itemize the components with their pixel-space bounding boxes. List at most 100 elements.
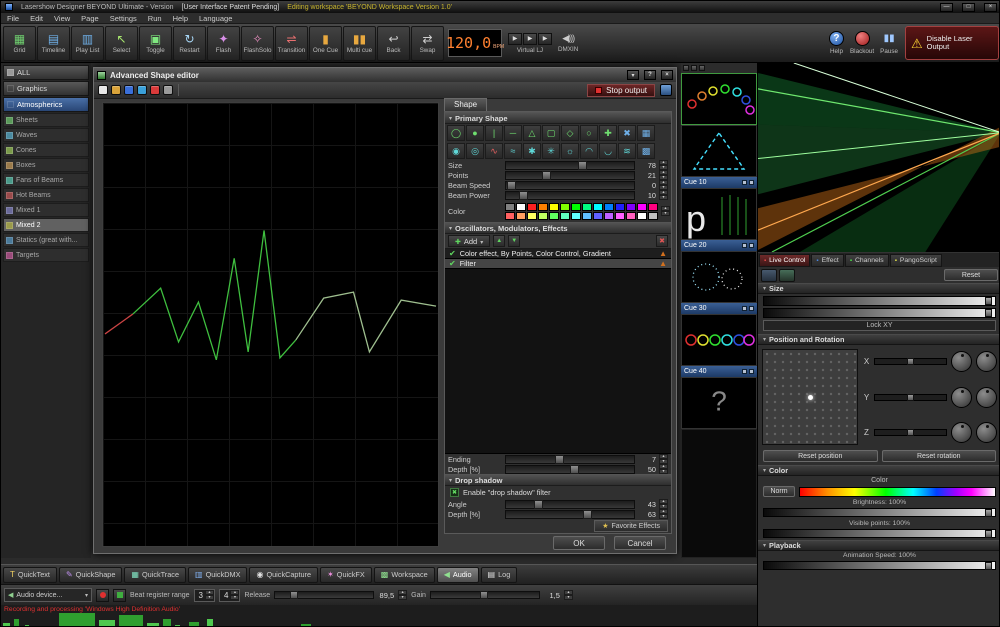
minimize-button[interactable]: — bbox=[940, 3, 953, 12]
color-swatch[interactable] bbox=[604, 212, 614, 220]
sidebar-group[interactable]: ALL bbox=[3, 65, 89, 80]
menu-item[interactable]: Run bbox=[148, 14, 162, 23]
cue-label[interactable]: Cue 40 bbox=[681, 366, 757, 377]
slider-track[interactable] bbox=[505, 465, 635, 474]
play-cue-button[interactable]: ▶ bbox=[538, 33, 552, 45]
toolbar-button[interactable]: ▮ One Cue bbox=[309, 26, 342, 61]
color-swatch[interactable] bbox=[637, 203, 647, 211]
sidebar-group[interactable]: Graphics bbox=[3, 81, 89, 96]
grid-view-button[interactable] bbox=[761, 269, 777, 282]
color-gradient-bar[interactable] bbox=[799, 487, 996, 497]
drop-shadow-header[interactable]: Drop shadow bbox=[445, 474, 671, 486]
rotation-knob[interactable] bbox=[976, 422, 997, 443]
bottom-tab[interactable]: T QuickText bbox=[3, 567, 57, 583]
live-panel-tab[interactable]: ▪ Channels bbox=[845, 254, 889, 267]
cancel-button[interactable]: Cancel bbox=[614, 536, 666, 550]
shape-tool-button[interactable]: ✚ bbox=[599, 125, 617, 141]
bottom-tab[interactable]: ✎ QuickShape bbox=[59, 567, 122, 583]
toolbar-button[interactable]: ⇄ Swap bbox=[411, 26, 444, 61]
cue-label[interactable]: Cue 10 bbox=[681, 177, 757, 188]
brightness-slider[interactable] bbox=[763, 508, 996, 517]
cue-label[interactable]: Cue 30 bbox=[681, 303, 757, 314]
slider-handle[interactable] bbox=[570, 465, 579, 474]
toolbar-button[interactable]: ⇌ Transition bbox=[275, 26, 308, 61]
bottom-tab[interactable]: ▤ Log bbox=[481, 567, 518, 583]
live-panel-tab[interactable]: ▪ Live Control bbox=[759, 254, 810, 267]
menu-item[interactable]: Edit bbox=[30, 14, 43, 23]
shape-tool-button[interactable]: ◠ bbox=[580, 143, 598, 159]
shape-tool-button[interactable]: ◇ bbox=[561, 125, 579, 141]
cue-view-icon[interactable] bbox=[699, 65, 705, 71]
slider-track[interactable] bbox=[505, 181, 635, 190]
norm-button[interactable]: Norm bbox=[763, 486, 795, 497]
shape-tool-button[interactable]: ▦ bbox=[637, 125, 655, 141]
slider-handle[interactable] bbox=[583, 510, 592, 519]
menu-item[interactable]: View bbox=[54, 14, 70, 23]
animation-speed-slider[interactable] bbox=[763, 561, 996, 570]
add-effect-button[interactable]: Add bbox=[448, 235, 490, 247]
slider-spinner[interactable] bbox=[659, 454, 668, 464]
cue-view-icon[interactable] bbox=[683, 65, 689, 71]
audio-device-select[interactable]: Audio device... bbox=[4, 588, 92, 602]
menu-item[interactable]: Settings bbox=[110, 14, 137, 23]
slider-track[interactable] bbox=[505, 510, 635, 519]
menu-item[interactable]: Language bbox=[199, 14, 232, 23]
slider-spinner[interactable] bbox=[659, 464, 668, 474]
slider-handle[interactable] bbox=[480, 591, 488, 599]
shape-tool-button[interactable]: ≋ bbox=[618, 143, 636, 159]
release-spinner[interactable] bbox=[398, 590, 407, 600]
editor-tool-icon[interactable] bbox=[163, 85, 173, 95]
cue-thumbnail[interactable] bbox=[681, 314, 757, 366]
toolbar-button[interactable]: ▣ Toggle bbox=[139, 26, 172, 61]
editor-help-button[interactable]: ? bbox=[644, 70, 656, 80]
slider-handle[interactable] bbox=[985, 509, 992, 517]
dmx-in-button[interactable]: ◀))) DMXIN bbox=[558, 26, 578, 61]
color-swatch[interactable] bbox=[626, 212, 636, 220]
cue-thumbnail[interactable]: p bbox=[681, 188, 757, 240]
reset-button[interactable]: Reset bbox=[944, 269, 998, 281]
blackout-button[interactable]: Blackout bbox=[850, 26, 874, 61]
panel-toggle-button[interactable] bbox=[660, 84, 672, 96]
slider-handle[interactable] bbox=[542, 171, 551, 180]
toolbar-button[interactable]: ▥ Play List bbox=[71, 26, 104, 61]
bottom-tab[interactable]: ✶ QuickFX bbox=[320, 567, 372, 583]
spin-down-icon[interactable] bbox=[230, 595, 239, 600]
slider-handle[interactable] bbox=[985, 297, 992, 305]
bottom-tab[interactable]: ▦ QuickTrace bbox=[124, 567, 186, 583]
sidebar-item[interactable]: Mixed 2 bbox=[3, 218, 89, 232]
tab-shape[interactable]: Shape bbox=[444, 98, 487, 111]
color-swatch[interactable] bbox=[582, 203, 592, 211]
position-pad[interactable] bbox=[762, 349, 858, 445]
rotation-knob[interactable] bbox=[951, 351, 972, 372]
ok-button[interactable]: OK bbox=[553, 536, 605, 550]
shape-tool-button[interactable]: ◯ bbox=[447, 125, 465, 141]
toolbar-button[interactable]: ↻ Restart bbox=[173, 26, 206, 61]
slider-handle[interactable] bbox=[534, 500, 543, 509]
axis-slider[interactable] bbox=[874, 394, 947, 401]
cue-label[interactable]: Cue 20 bbox=[681, 240, 757, 251]
color-swatch[interactable] bbox=[648, 203, 658, 211]
play-cue-button[interactable]: ▶ bbox=[508, 33, 522, 45]
sidebar-item[interactable]: Statics (great with... bbox=[3, 233, 89, 247]
maximize-button[interactable]: □ bbox=[962, 3, 975, 12]
shape-canvas[interactable] bbox=[102, 102, 439, 547]
favorite-effects-button[interactable]: Favorite Effects bbox=[594, 520, 668, 532]
color-swatch[interactable] bbox=[505, 212, 515, 220]
cue-thumbnail[interactable] bbox=[681, 125, 757, 177]
color-swatch[interactable] bbox=[571, 203, 581, 211]
rotation-knob[interactable] bbox=[951, 387, 972, 408]
slider-handle[interactable] bbox=[907, 358, 914, 365]
color-swatch[interactable] bbox=[604, 203, 614, 211]
menu-item[interactable]: Page bbox=[81, 14, 99, 23]
toolbar-button[interactable]: ✦ Flash bbox=[207, 26, 240, 61]
effect-list-item[interactable]: Filter bbox=[445, 259, 671, 269]
bottom-tab[interactable]: ▩ Workspace bbox=[374, 567, 435, 583]
slider-handle[interactable] bbox=[907, 429, 914, 436]
slider-handle[interactable] bbox=[519, 191, 528, 200]
slider-spinner[interactable] bbox=[659, 509, 668, 519]
rotation-knob[interactable] bbox=[976, 387, 997, 408]
shape-tool-button[interactable]: ▩ bbox=[637, 143, 655, 159]
effects-header[interactable]: Oscillators, Modulators, Effects bbox=[445, 222, 671, 234]
lock-xy-button[interactable]: Lock XY bbox=[763, 320, 996, 331]
color-swatch[interactable] bbox=[560, 203, 570, 211]
